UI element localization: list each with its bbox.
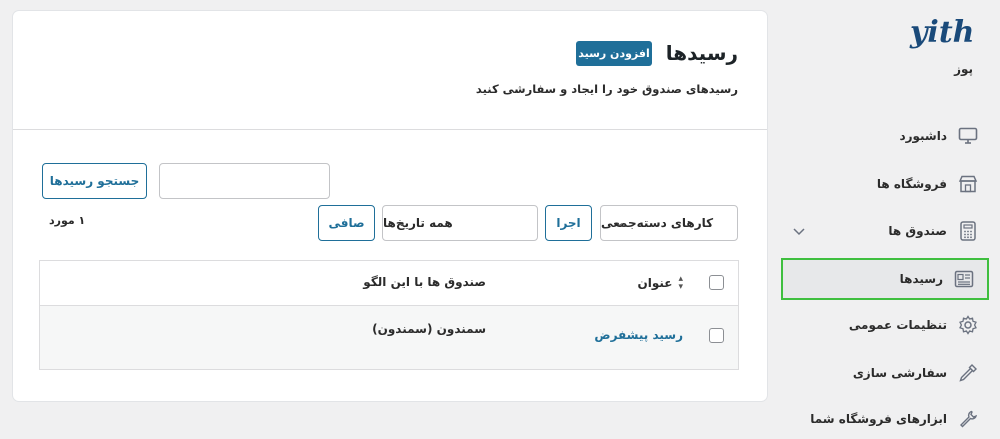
- page-title: رسیدها: [665, 41, 738, 65]
- receipt-title-link[interactable]: رسید پیشفرض: [594, 328, 683, 342]
- sidebar-subtitle: پوز: [954, 62, 973, 76]
- eyedropper-icon: [957, 362, 979, 384]
- sidebar-item-dashboard[interactable]: داشبورد: [781, 116, 991, 156]
- column-title[interactable]: عنوان ▴ ▾: [637, 274, 683, 292]
- search-receipts-button[interactable]: جستجو رسیدها: [42, 163, 147, 199]
- receipts-panel: رسیدها افزودن رسید رسیدهای صندوق خود را …: [13, 11, 767, 401]
- page-description: رسیدهای صندوق خود را ایجاد و سفارشی کنید: [475, 82, 738, 96]
- receipt-registers: سمندون (سمندون): [372, 322, 486, 336]
- table-row: رسید پیشفرض سمندون (سمندون): [40, 306, 738, 369]
- column-title-label: عنوان: [637, 276, 673, 290]
- row-checkbox[interactable]: [709, 328, 724, 343]
- dates-filter-value: همه تاریخ‌ها: [383, 216, 453, 230]
- receipt-icon: [953, 268, 975, 290]
- sidebar-item-label: صندوق ها: [888, 224, 947, 238]
- sidebar-item-stores[interactable]: فروشگاه ها: [781, 164, 991, 204]
- column-registers: صندوق ها با این الگو: [363, 275, 486, 289]
- chevron-down-icon[interactable]: [791, 223, 807, 239]
- sidebar-item-label: رسیدها: [899, 272, 943, 286]
- yith-logo: yith: [906, 10, 976, 54]
- sidebar-item-general-settings[interactable]: تنظیمات عمومی: [781, 305, 991, 345]
- calculator-icon: [957, 220, 979, 242]
- dates-filter-select[interactable]: همه تاریخ‌ها ⌄: [382, 205, 538, 241]
- receipts-table: عنوان ▴ ▾ صندوق ها با این الگو رسید پیشفر…: [39, 260, 739, 370]
- sidebar-item-label: سفارشی سازی: [852, 366, 947, 380]
- gear-icon: [957, 314, 979, 336]
- sort-icon: ▴ ▾: [678, 274, 683, 292]
- sidebar-item-label: فروشگاه ها: [876, 177, 947, 191]
- filter-button[interactable]: صافی: [318, 205, 375, 241]
- sidebar-item-registers[interactable]: صندوق ها: [781, 211, 991, 251]
- search-input[interactable]: [159, 163, 330, 199]
- sidebar-item-customization[interactable]: سفارشی سازی: [781, 353, 991, 393]
- header-divider: [13, 129, 767, 130]
- chevron-down-icon: ⌄: [615, 216, 625, 229]
- svg-text:yith: yith: [909, 15, 975, 50]
- apply-button[interactable]: اجرا: [545, 205, 592, 241]
- items-count: ۱ مورد: [49, 214, 86, 227]
- table-header: عنوان ▴ ▾ صندوق ها با این الگو: [40, 261, 738, 306]
- add-receipt-button[interactable]: افزودن رسید: [576, 41, 652, 66]
- sidebar-item-store-tools[interactable]: ابزارهای فروشگاه شما: [781, 399, 991, 439]
- chevron-down-icon: ⌄: [397, 216, 407, 229]
- select-all-checkbox[interactable]: [709, 275, 724, 290]
- sidebar-item-label: ابزارهای فروشگاه شما: [810, 412, 947, 426]
- sidebar: yith پوز داشبورد فروشگاه ها صندوق ها رسی…: [770, 0, 1000, 439]
- bulk-actions-select[interactable]: کارهای دسته‌جمعی ⌄: [600, 205, 738, 241]
- wrench-icon: [957, 408, 979, 430]
- sidebar-item-receipts[interactable]: رسیدها: [781, 258, 989, 300]
- sidebar-item-label: تنظیمات عمومی: [848, 318, 947, 332]
- monitor-icon: [957, 125, 979, 147]
- store-icon: [957, 173, 979, 195]
- sidebar-item-label: داشبورد: [899, 129, 947, 143]
